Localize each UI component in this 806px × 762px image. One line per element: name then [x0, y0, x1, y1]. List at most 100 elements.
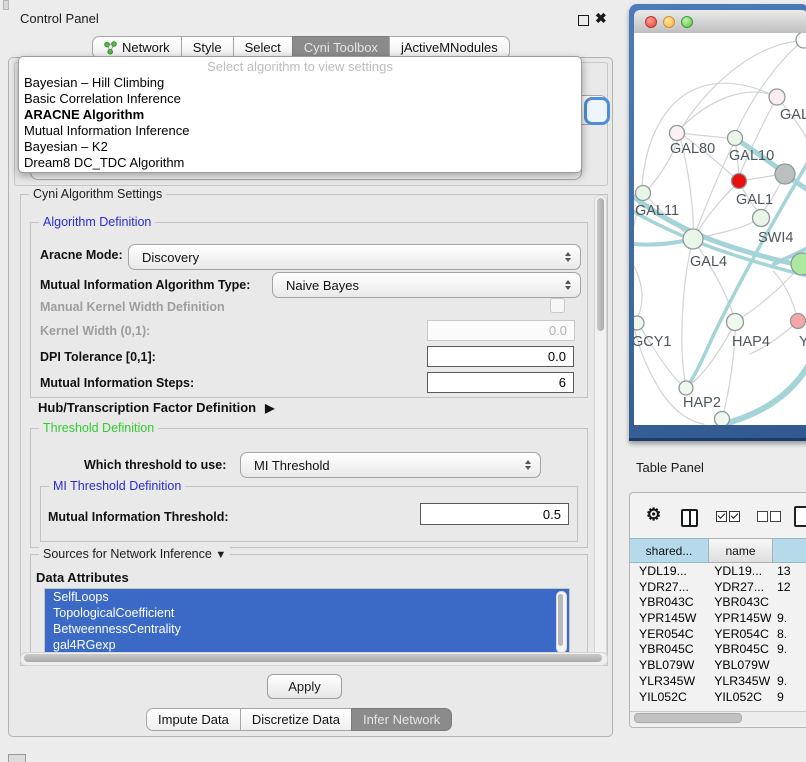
attribute-list-item[interactable]: TopologicalCoefficient — [45, 605, 569, 621]
table-row[interactable]: YLR345WYLR345W9. — [631, 674, 806, 690]
dropdown-prompt: Select algorithm to view settings — [19, 57, 581, 75]
float-window-icon[interactable] — [578, 15, 589, 26]
table-row[interactable]: YBR045CYBR045C9. — [631, 642, 806, 658]
network-edge — [693, 239, 733, 314]
minimize-button[interactable] — [663, 16, 675, 28]
mi-algorithm-type-combo[interactable]: Naive Bayes — [272, 272, 581, 298]
split-columns-icon[interactable] — [681, 509, 698, 527]
dropdown-option[interactable]: Bayesian – K2 — [19, 139, 581, 155]
gear-icon[interactable]: ⚙ — [646, 505, 661, 525]
table-row[interactable]: YER054CYER054C8. — [631, 627, 806, 643]
screen: Control Panel ✖ NetworkStyleSelectCyni T… — [0, 0, 806, 762]
zoom-button[interactable] — [681, 16, 693, 28]
kernel-width-label: Kernel Width (0,1): — [40, 324, 150, 338]
aracne-mode-combo[interactable]: Discovery — [128, 244, 581, 270]
cyni-settings-group-title: Cyni Algorithm Settings — [29, 187, 166, 201]
attribute-list-item[interactable]: gal4RGexp — [45, 637, 569, 653]
network-edge — [735, 274, 793, 322]
unchecked-checkbox-icon[interactable] — [770, 511, 781, 522]
network-node[interactable] — [715, 412, 730, 426]
table-cell: YDL19... — [631, 564, 708, 580]
combo-arrows-icon — [565, 280, 571, 290]
which-threshold-combo[interactable]: MI Threshold — [240, 452, 541, 478]
network-canvas[interactable]: GALGAL80GAL10GAL1GAL11SWI4GAL4GCY1HAP4YH… — [634, 33, 806, 425]
attribute-list-item[interactable]: BetweennessCentrality — [45, 621, 569, 637]
table-cell: YLR345W — [631, 674, 708, 690]
collapse-down-icon: ▼ — [215, 549, 226, 561]
unchecked-checkbox-icon[interactable] — [757, 511, 768, 522]
table-cell: YER054C — [708, 627, 771, 643]
table-cell: 9. — [771, 611, 806, 627]
table-row[interactable]: YDL19...YDL19...13 — [631, 564, 806, 580]
tab-infer-network[interactable]: Infer Network — [351, 708, 452, 731]
network-window-titlebar[interactable] — [634, 10, 806, 34]
mi-threshold-input[interactable]: 0.5 — [420, 503, 569, 525]
mi-threshold-definition-title: MI Threshold Definition — [49, 479, 185, 493]
checked-checkbox-icon[interactable] — [729, 511, 740, 522]
network-node-hap4[interactable] — [727, 314, 744, 331]
network-node-gal10[interactable] — [728, 131, 743, 146]
manual-kernel-checkbox[interactable] — [550, 298, 565, 313]
network-node-gcy1[interactable] — [634, 316, 644, 330]
network-node-gal4[interactable] — [683, 229, 703, 249]
kernel-width-input[interactable]: 0.0 — [427, 320, 575, 341]
network-node-label: GAL — [780, 107, 806, 123]
table-cell: YBR045C — [631, 642, 708, 658]
control-panel-title: Control Panel — [20, 11, 99, 26]
network-node[interactable] — [775, 164, 795, 184]
network-node-gal1[interactable] — [732, 174, 747, 189]
close-button[interactable] — [645, 16, 657, 28]
column-header-partial[interactable] — [773, 538, 806, 563]
which-threshold-label: Which threshold to use: — [84, 458, 226, 472]
network-node-gal80[interactable] — [670, 126, 685, 141]
table-row[interactable]: YDR27...YDR27...12 — [631, 580, 806, 596]
network-node-swi4[interactable] — [753, 210, 770, 227]
dropdown-option[interactable]: Dream8 DC_TDC Algorithm — [19, 155, 581, 171]
network-edge — [638, 323, 682, 385]
network-edge — [634, 266, 642, 316]
mi-steps-input[interactable]: 6 — [427, 372, 574, 393]
dropdown-option[interactable]: Mutual Information Inference — [19, 123, 581, 139]
table-horizontal-scrollbar-thumb[interactable] — [634, 713, 742, 723]
attribute-list-item[interactable]: SelfLoops — [45, 589, 569, 605]
dropdown-option[interactable]: ARACNE Algorithm — [19, 107, 581, 123]
sources-group-title[interactable]: Sources for Network Inference ▼ — [39, 547, 230, 561]
tab-impute-data[interactable]: Impute Data — [146, 708, 241, 731]
close-panel-icon[interactable]: ✖ — [595, 10, 607, 27]
network-node-hap2[interactable] — [679, 381, 693, 395]
table-row[interactable]: YPR145WYPR145W9. — [631, 611, 806, 627]
table-row[interactable]: YBL079WYBL079W — [631, 658, 806, 674]
table-cell: YBR045C — [708, 642, 771, 658]
hub-definition-expander[interactable]: Hub/Transcription Factor Definition▶ — [38, 400, 274, 415]
network-edge — [682, 92, 777, 127]
apply-button[interactable]: Apply — [267, 674, 342, 699]
settings-horizontal-scrollbar-thumb[interactable] — [24, 654, 602, 662]
combo-arrows-icon — [525, 460, 531, 470]
column-header-shared-name[interactable]: shared... — [630, 538, 709, 563]
network-node-gal11[interactable] — [636, 186, 651, 201]
table-row[interactable]: YBR043CYBR043C — [631, 595, 806, 611]
page-icon[interactable] — [794, 506, 806, 527]
settings-vertical-scrollbar-thumb[interactable] — [597, 198, 604, 331]
network-node-label: GAL11 — [635, 203, 679, 219]
mi-algorithm-type-value: Naive Bayes — [286, 278, 359, 293]
data-attributes-label: Data Attributes — [36, 570, 129, 585]
network-node-label: GAL4 — [690, 254, 727, 270]
dpi-tolerance-input[interactable]: 0.0 — [427, 346, 574, 367]
table-row[interactable]: YIL052CYIL052C9 — [631, 690, 806, 706]
checked-checkbox-icon[interactable] — [716, 511, 727, 522]
algorithm-dropdown-popup: Select algorithm to view settings Bayesi… — [18, 56, 582, 173]
manual-kernel-label: Manual Kernel Width Definition — [40, 300, 225, 314]
network-node-gal[interactable] — [769, 89, 785, 105]
tab-label: Infer Network — [363, 712, 440, 727]
table-cell: YBR043C — [631, 595, 708, 611]
network-node-y[interactable] — [791, 314, 806, 329]
tab-discretize-data[interactable]: Discretize Data — [240, 708, 352, 731]
table-cell: YDL19... — [708, 564, 771, 580]
list-scrollbar[interactable] — [556, 591, 567, 653]
column-header-name[interactable]: name — [709, 538, 773, 563]
dropdown-option[interactable]: Bayesian – Hill Climbing — [19, 75, 581, 91]
aracne-mode-label: Aracne Mode: — [40, 248, 123, 262]
network-edge — [773, 271, 798, 321]
dropdown-option[interactable]: Basic Correlation Inference — [19, 91, 581, 107]
